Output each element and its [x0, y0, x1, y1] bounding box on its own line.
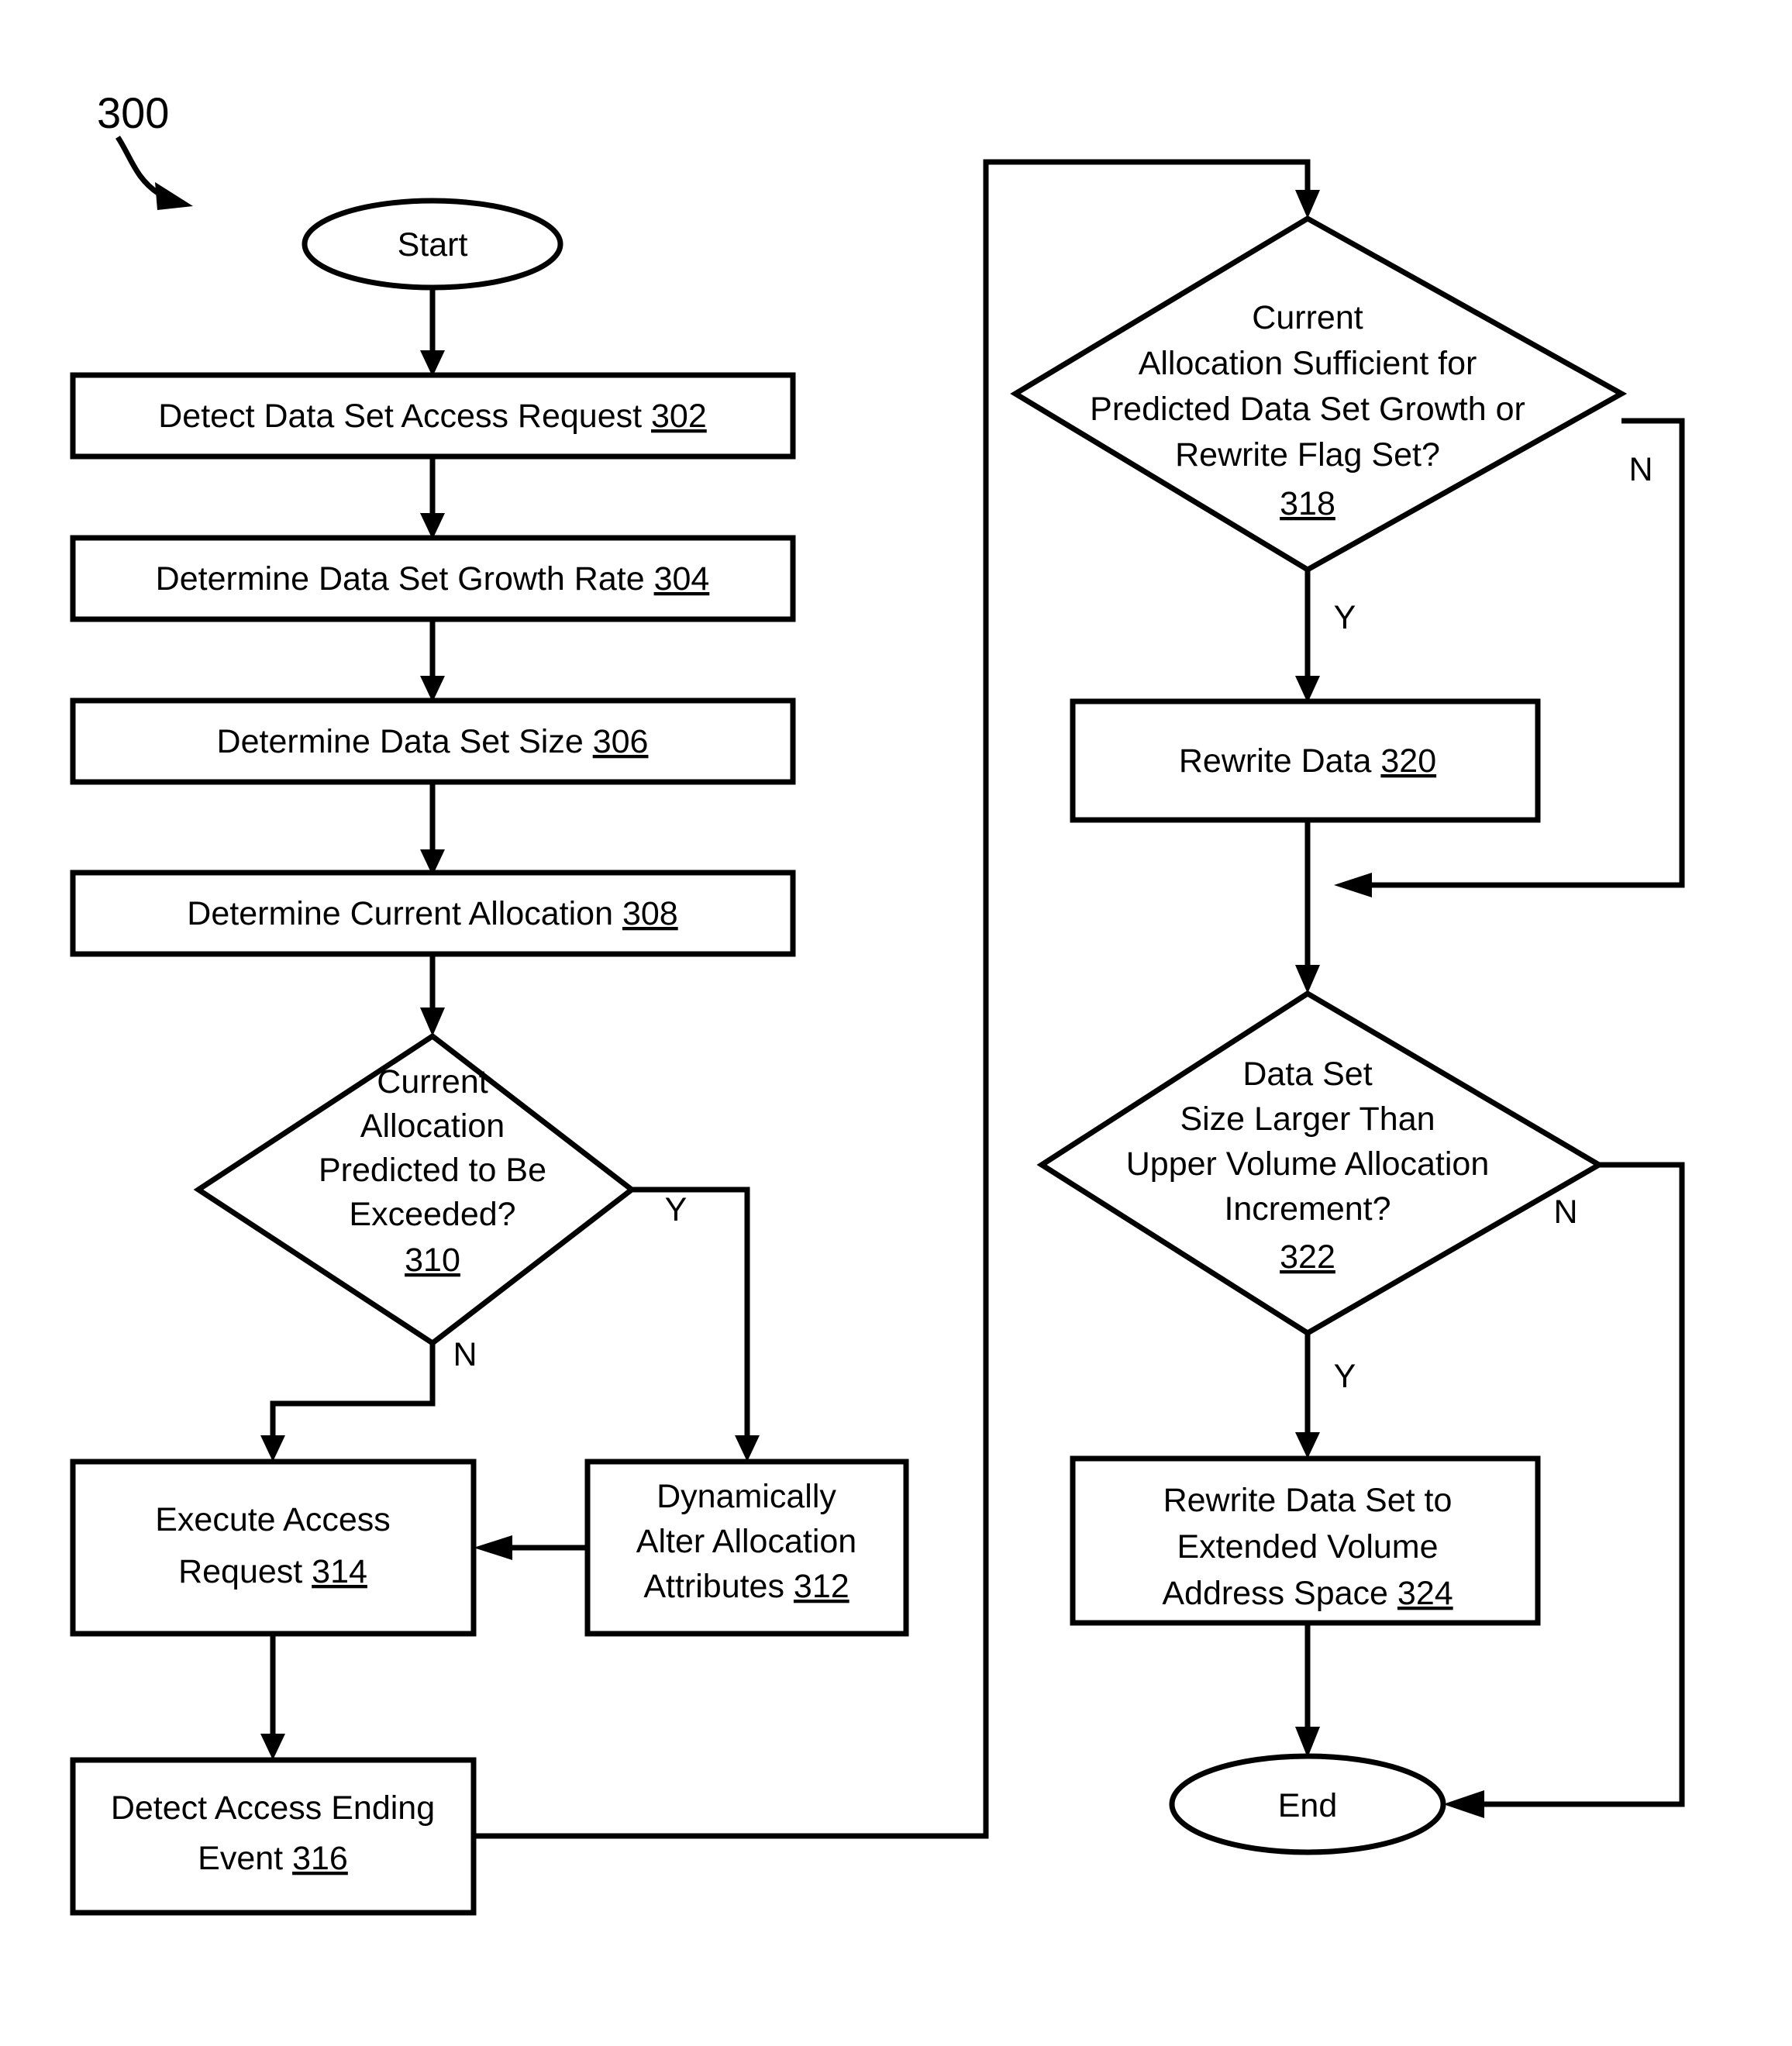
figure-leader-arrowhead [155, 182, 193, 210]
box-320-label: Rewrite Data 320 [1179, 742, 1436, 780]
edge-310-no-to-314: N [260, 1336, 477, 1462]
box-312-line3: Attributes 312 [643, 1568, 849, 1605]
branch-label-310-no: N [453, 1336, 477, 1373]
diamond-318-line2: Allocation Sufficient for [1139, 345, 1477, 382]
diamond-322-line2: Size Larger Than [1180, 1100, 1435, 1138]
box-302-label: Detect Data Set Access Request 302 [158, 398, 707, 435]
diamond-310-ref: 310 [405, 1242, 460, 1279]
node-308[interactable]: Determine Current Allocation 308 [70, 870, 796, 957]
edge-320-to-322 [1295, 820, 1320, 994]
box-312-line2: Alter Allocation [636, 1523, 856, 1560]
box-306-label: Determine Data Set Size 306 [217, 723, 649, 760]
edge-302-to-304 [420, 456, 445, 539]
box-316-line2: Event 316 [198, 1840, 348, 1877]
box-314-line2: Request 314 [178, 1553, 367, 1590]
diamond-318-line3: Predicted Data Set Growth or [1090, 391, 1525, 428]
figure-canvas: 300 Start Detect Data Set Access Request… [0, 0, 1792, 2046]
node-306[interactable]: Determine Data Set Size 306 [70, 698, 796, 785]
diamond-318-line4: Rewrite Flag Set? [1175, 436, 1440, 474]
flowchart-svg: 300 Start Detect Data Set Access Request… [70, 88, 1685, 1916]
figure-number-group: 300 [97, 88, 193, 210]
edge-314-to-316 [260, 1634, 285, 1760]
diamond-310-line4: Exceeded? [349, 1196, 515, 1233]
branch-label-310-yes: Y [665, 1191, 688, 1228]
node-312[interactable]: Dynamically Alter Allocation Attributes … [584, 1459, 909, 1637]
diamond-322-ref: 322 [1280, 1238, 1335, 1276]
node-322[interactable]: Data Set Size Larger Than Upper Volume A… [1036, 990, 1604, 1337]
diamond-318-ref: 318 [1280, 485, 1335, 522]
edge-306-to-308 [420, 782, 445, 876]
diamond-318-line1: Current [1252, 299, 1363, 336]
edge-308-to-310 [420, 954, 445, 1036]
node-314[interactable]: Execute Access Request 314 [70, 1459, 477, 1637]
node-324[interactable]: Rewrite Data Set to Extended Volume Addr… [1070, 1455, 1541, 1626]
figure-number-label: 300 [97, 88, 169, 137]
box-308-label: Determine Current Allocation 308 [187, 895, 677, 932]
branch-label-322-no: N [1553, 1194, 1577, 1231]
box-314-rect [70, 1459, 477, 1637]
start-label: Start [398, 226, 468, 264]
edge-322-yes-to-324: Y [1295, 1333, 1356, 1459]
diamond-310-line3: Predicted to Be [319, 1152, 546, 1189]
node-304[interactable]: Determine Data Set Growth Rate 304 [70, 535, 796, 622]
box-312-line1: Dynamically [656, 1478, 836, 1515]
box-324-line2: Extended Volume [1177, 1528, 1438, 1566]
branch-label-318-yes: Y [1334, 599, 1356, 636]
node-310[interactable]: Current Allocation Predicted to Be Excee… [193, 1032, 636, 1347]
edge-310-yes-to-312: Y [632, 1187, 760, 1462]
box-316-line1: Detect Access Ending [111, 1789, 435, 1827]
diamond-310-line2: Allocation [360, 1107, 505, 1145]
box-316-rect [70, 1757, 477, 1916]
box-304-label: Determine Data Set Growth Rate 304 [156, 560, 710, 598]
node-316[interactable]: Detect Access Ending Event 316 [70, 1757, 477, 1916]
branch-label-322-yes: Y [1334, 1358, 1356, 1395]
node-302[interactable]: Detect Data Set Access Request 302 [70, 372, 796, 460]
edge-start-to-302 [420, 288, 445, 377]
diamond-322-line3: Upper Volume Allocation [1126, 1145, 1490, 1183]
branch-label-318-no: N [1628, 451, 1652, 488]
edge-318-yes-to-320: Y [1295, 570, 1356, 703]
box-324-line1: Rewrite Data Set to [1163, 1482, 1453, 1519]
end-label: End [1278, 1787, 1338, 1824]
node-318[interactable]: Current Allocation Sufficient for Predic… [1010, 215, 1628, 574]
box-324-line3: Address Space 324 [1162, 1575, 1453, 1612]
node-320[interactable]: Rewrite Data 320 [1070, 698, 1541, 823]
edge-324-to-end [1295, 1623, 1320, 1758]
node-start[interactable]: Start [302, 198, 563, 291]
edge-312-to-314 [474, 1535, 588, 1560]
box-314-line1: Execute Access [155, 1501, 391, 1538]
diamond-322-line1: Data Set [1242, 1056, 1372, 1093]
figure-leader-line [115, 136, 160, 196]
diamond-322-line4: Increment? [1224, 1190, 1391, 1228]
node-end[interactable]: End [1169, 1753, 1446, 1855]
diamond-310-line1: Current [377, 1063, 488, 1100]
edge-304-to-306 [420, 619, 445, 702]
